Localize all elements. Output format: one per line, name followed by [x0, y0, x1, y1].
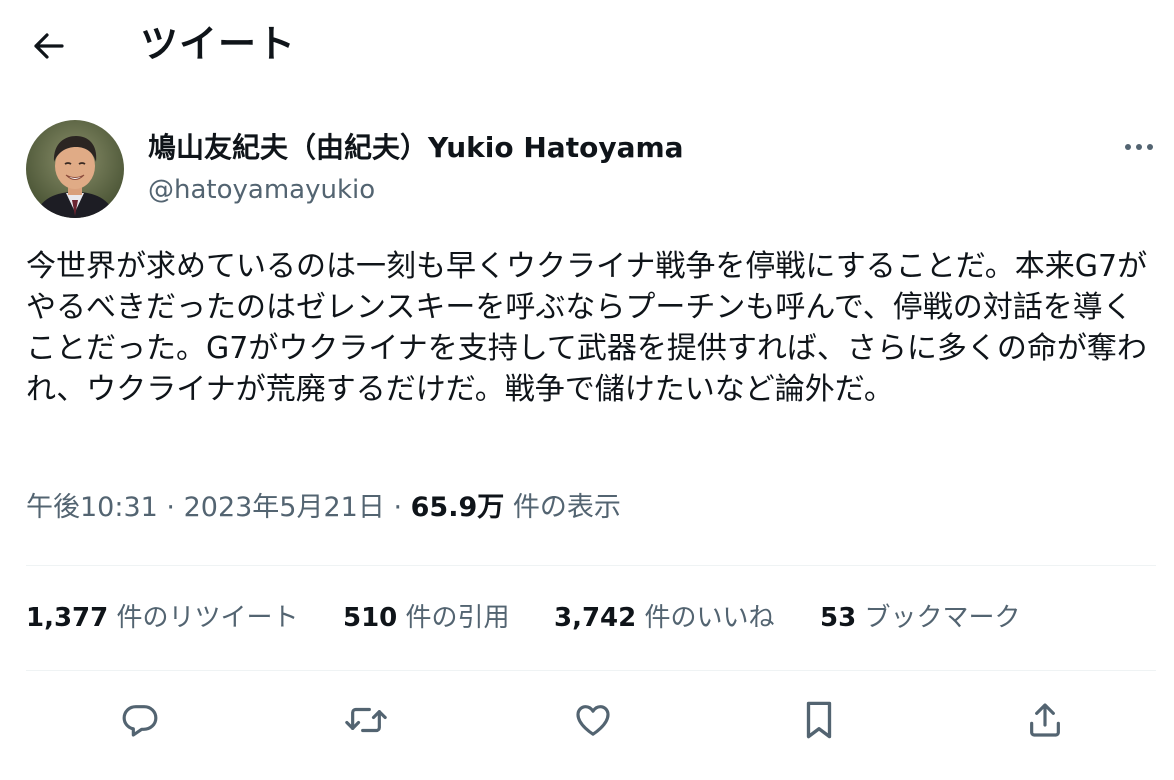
bookmark-button[interactable]: [793, 694, 845, 746]
reply-button[interactable]: [114, 694, 166, 746]
divider: [26, 565, 1156, 566]
display-name[interactable]: 鳩山友紀夫（由紀夫）Yukio Hatoyama: [148, 130, 684, 166]
meta-separator: ·: [166, 492, 175, 523]
quotes-stat[interactable]: 510 件の引用: [343, 600, 510, 636]
likes-label: 件のいいね: [644, 603, 775, 633]
tweet-text: 今世界が求めているのは一刻も早くウクライナ戦争を停戦にすることだ。本来G7がやる…: [26, 249, 1148, 407]
more-button[interactable]: [1122, 132, 1156, 162]
bookmarks-count: 53: [820, 603, 857, 633]
bookmark-icon: [806, 701, 832, 739]
retweets-count: 1,377: [26, 603, 109, 633]
quotes-label: 件の引用: [405, 603, 510, 633]
bookmarks-label: ブックマーク: [864, 603, 1021, 633]
tweet-author: 鳩山友紀夫（由紀夫）Yukio Hatoyama @hatoyamayukio: [26, 120, 1156, 220]
quotes-count: 510: [343, 603, 398, 633]
reply-icon: [122, 705, 158, 737]
engagement-stats: 1,377 件のリツイート 510 件の引用 3,742 件のいいね 53 ブッ…: [26, 600, 1156, 640]
retweets-stat[interactable]: 1,377 件のリツイート: [26, 600, 299, 636]
retweet-icon: [345, 707, 387, 733]
tweet-time[interactable]: 午後10:31: [26, 492, 158, 523]
user-handle[interactable]: @hatoyamayukio: [148, 173, 375, 207]
arrow-left-icon: [34, 33, 64, 59]
avatar[interactable]: [26, 120, 124, 218]
tweet-meta: 午後10:31 · 2023年5月21日 · 65.9万 件の表示: [26, 490, 621, 526]
like-button[interactable]: [567, 694, 619, 746]
retweet-button[interactable]: [340, 694, 392, 746]
likes-count: 3,742: [554, 603, 637, 633]
views-count: 65.9万: [410, 492, 505, 523]
likes-stat[interactable]: 3,742 件のいいね: [554, 600, 775, 636]
page-title: ツイート: [140, 22, 297, 66]
more-horizontal-icon: [1125, 144, 1153, 150]
tweet-actions: [26, 690, 1156, 750]
divider: [26, 670, 1156, 671]
top-bar: ツイート: [0, 0, 1174, 92]
back-button[interactable]: [26, 26, 70, 66]
share-button[interactable]: [1019, 694, 1071, 746]
retweets-label: 件のリツイート: [116, 603, 299, 633]
share-icon: [1030, 703, 1060, 737]
bookmarks-stat[interactable]: 53 ブックマーク: [820, 600, 1020, 636]
heart-icon: [576, 705, 610, 736]
tweet-date[interactable]: 2023年5月21日: [184, 492, 385, 523]
views-label: 件の表示: [512, 492, 621, 523]
meta-separator: ·: [393, 492, 403, 523]
avatar-image: [26, 120, 124, 218]
